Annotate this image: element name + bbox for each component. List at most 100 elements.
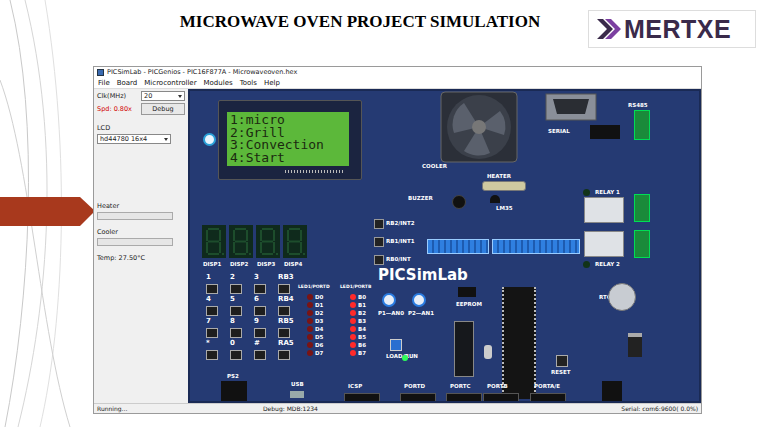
cooling-fan-icon [440, 91, 518, 163]
menu-item[interactable]: Modules [204, 79, 233, 87]
keypad-key[interactable] [230, 328, 242, 338]
led-label: D7 [315, 350, 323, 356]
company-logo: MERTXE [588, 10, 756, 48]
keypad-key[interactable] [206, 350, 218, 360]
logo-text: MERTXE [624, 15, 731, 44]
heater-label: Heater [97, 202, 185, 210]
lcd-select[interactable]: hd44780 16x4 [97, 134, 171, 144]
slide-title: MICROWAVE OVEN PROJECT SIMULATION [120, 12, 600, 32]
led-label: B1 [358, 302, 366, 308]
menu-item[interactable]: Board [117, 79, 138, 87]
lcd-line: 1:micro [230, 114, 346, 127]
led [307, 294, 313, 300]
lcd-pins [285, 170, 345, 173]
crystal [484, 345, 492, 359]
led-label: D4 [315, 326, 323, 332]
port-connector-label: PORTB [487, 383, 508, 389]
led [350, 310, 356, 316]
led-label: B0 [358, 294, 366, 300]
keypad-key[interactable] [254, 328, 266, 338]
clock-select[interactable]: 20 [141, 91, 185, 101]
interrupt-button[interactable] [374, 255, 384, 265]
lcd-contrast-knob[interactable] [203, 133, 216, 146]
seven-segment-display [256, 225, 280, 258]
relay-label: RELAY 1 [595, 189, 620, 195]
led-bank-label: LED1/PORTB [340, 285, 371, 290]
keypad-key-label: 4 [206, 296, 211, 304]
keypad-key[interactable] [254, 284, 266, 294]
dip-switch-bank[interactable] [427, 239, 489, 254]
display-label: DISP3 [257, 261, 275, 267]
dropdown-arrow-icon[interactable] [178, 95, 182, 98]
dip-switch-bank[interactable] [492, 239, 580, 254]
led-label: D2 [315, 310, 323, 316]
usb-label: USB [291, 381, 304, 387]
eeprom-label: EEPROM [456, 301, 482, 307]
port-connector [400, 393, 436, 402]
menu-item[interactable]: Tools [240, 79, 257, 87]
led-label: D3 [315, 318, 323, 324]
led [350, 302, 356, 308]
simulator-window: PICSimLab - PICGenios - PIC16F877A - Mic… [93, 66, 702, 414]
rs485-terminal [634, 110, 650, 140]
dropdown-arrow-icon[interactable] [164, 138, 168, 141]
keypad-key[interactable] [278, 284, 290, 294]
led-label: D6 [315, 342, 323, 348]
led [307, 350, 313, 356]
keypad-key-label: # [254, 340, 260, 348]
board: 1:micro2:Grill3:Convection4:StartCOOLERH… [188, 89, 701, 403]
keypad-key[interactable] [278, 350, 290, 360]
relay-led [583, 261, 590, 268]
display-label: DISP1 [203, 261, 221, 267]
cooler-label: COOLER [422, 163, 447, 169]
keypad-key[interactable] [254, 306, 266, 316]
led [307, 334, 313, 340]
keypad-key-label: RB4 [278, 296, 294, 304]
relay-terminal [634, 194, 650, 222]
load-run-button[interactable] [390, 339, 402, 351]
menu-item[interactable]: File [98, 79, 110, 87]
port-connector-label: PORTC [450, 383, 470, 389]
potentiometer[interactable] [382, 293, 396, 307]
keypad-key[interactable] [206, 306, 218, 316]
keypad-key[interactable] [278, 306, 290, 316]
potentiometer[interactable] [412, 293, 426, 307]
keypad-key[interactable] [206, 284, 218, 294]
menu-item[interactable]: Microcontroller [144, 79, 196, 87]
led [350, 350, 356, 356]
keypad-key[interactable] [254, 350, 266, 360]
lcd-line: 3:Convection [230, 139, 346, 152]
keypad-key-label: 3 [254, 274, 259, 282]
led-label: B5 [358, 334, 366, 340]
reset-button[interactable] [556, 355, 568, 367]
serial-connector-icon [545, 93, 597, 121]
relay [584, 231, 624, 257]
led-label: B4 [358, 326, 366, 332]
rs485-label: RS485 [628, 102, 648, 108]
lcd-line: 2:Grill [230, 127, 346, 140]
led [307, 310, 313, 316]
interrupt-button[interactable] [374, 219, 384, 229]
keypad-key[interactable] [230, 350, 242, 360]
keypad-key[interactable] [278, 328, 290, 338]
interrupt-button[interactable] [374, 237, 384, 247]
clock-row: Clk(MHz)20 [97, 91, 185, 101]
debug-button[interactable]: Debug [141, 103, 185, 115]
keypad-key[interactable] [230, 306, 242, 316]
window-title: PICSimLab - PICGenios - PIC16F877A - Mic… [107, 68, 297, 76]
keypad-key[interactable] [230, 284, 242, 294]
keypad-key[interactable] [206, 328, 218, 338]
port-connector-label: PORTA/E [534, 383, 560, 389]
power-jack [602, 381, 622, 403]
cooler-bar [97, 238, 173, 246]
status-text: Running... [94, 405, 260, 412]
heater-bar [97, 212, 173, 220]
menu-item[interactable]: Help [264, 79, 280, 87]
led [307, 318, 313, 324]
lcd-line: 4:Start [230, 152, 346, 165]
lcd-label: LCD [97, 124, 185, 132]
sigma-logo-icon [595, 16, 621, 42]
ps2-label: PS2 [227, 373, 239, 379]
led [307, 326, 313, 332]
cooler-label: Cooler [97, 228, 185, 236]
